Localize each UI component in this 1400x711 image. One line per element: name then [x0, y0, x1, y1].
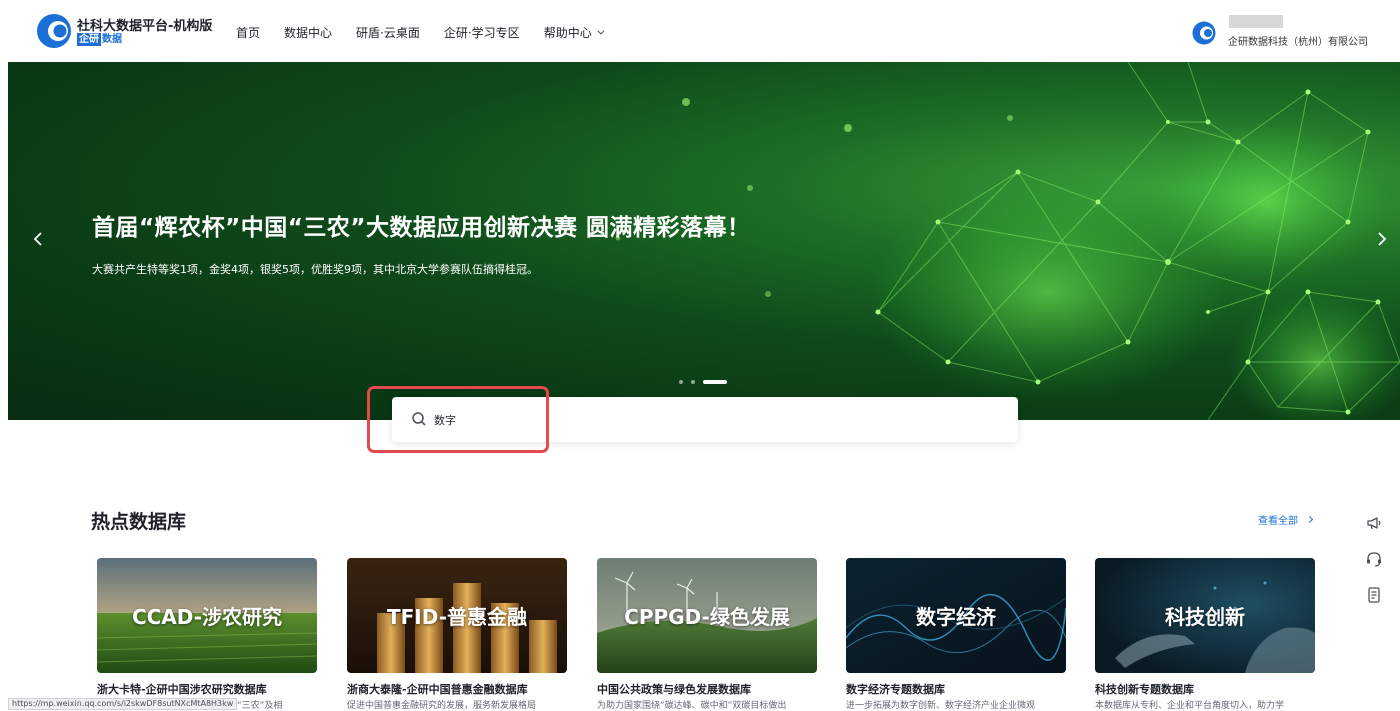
card-image-label: TFID-普惠金融 [386, 605, 528, 629]
banner-title[interactable]: 首届“辉农杯”中国“三农”大数据应用创新决赛 圆满精彩落幕！ [92, 208, 750, 242]
card-image-label: CPPGD-绿色发展 [624, 605, 790, 629]
card-image-label: 科技创新 [1165, 605, 1245, 629]
card-image-label: 数字经济 [916, 605, 996, 629]
nav-help-center[interactable]: 帮助中心 [543, 24, 605, 41]
view-all-label: 查看全部 [1258, 516, 1298, 527]
chevron-right-icon [1305, 515, 1314, 524]
top-header: 社科大数据平台-机构版 企研 数据 首页 数据中心 研盾·云桌面 企研·学习专区… [0, 0, 1400, 62]
chevron-right-icon[interactable] [1374, 232, 1388, 246]
card-image[interactable]: TFID-普惠金融 [347, 558, 567, 673]
card-title[interactable]: 中国公共政策与绿色发展数据库 [597, 681, 751, 697]
card-description: 本数据库从专利、企业和平台角度切入，助力学 [1095, 701, 1285, 711]
brand-sub-text: 数据 [102, 34, 122, 45]
search-highlight-annotation [367, 386, 549, 453]
card-title[interactable]: 浙大卡特-企研中国涉农研究数据库 [97, 681, 267, 697]
carousel-dot[interactable] [691, 380, 695, 384]
main-nav: 首页 数据中心 研盾·云桌面 企研·学习专区 帮助中心 [236, 22, 626, 42]
card-image[interactable]: 数字经济 [846, 558, 1066, 673]
card-description: 促进中国普惠金融研究的发展，服务新发展格局 [347, 701, 537, 711]
database-card[interactable]: CCAD-涉农研究 浙大卡特-企研中国涉农研究数据库 服务“三农”及相 [97, 558, 317, 711]
carousel-dots [679, 380, 727, 384]
hero-banner: 首届“辉农杯”中国“三农”大数据应用创新决赛 圆满精彩落幕！ 大赛共产生特等奖1… [8, 62, 1400, 420]
card-title[interactable]: 数字经济专题数据库 [846, 681, 945, 697]
database-card[interactable]: 数字经济 数字经济专题数据库 进一步拓展为数字创新、数字经济产业企业微观 [846, 558, 1066, 711]
nav-learning-zone[interactable]: 企研·学习专区 [444, 24, 520, 41]
card-image-label: CCAD-涉农研究 [131, 605, 283, 629]
brand-subtitle: 企研 数据 [77, 33, 122, 46]
section-title: 热点数据库 [91, 511, 187, 533]
chevron-left-icon[interactable] [32, 232, 46, 246]
brand-sub-box: 企研 [77, 33, 101, 46]
nav-data-center[interactable]: 数据中心 [284, 24, 332, 41]
platform-logo-icon[interactable] [36, 13, 72, 49]
carousel-dot-active[interactable] [703, 380, 727, 384]
nav-cloud-desktop[interactable]: 研盾·云桌面 [356, 24, 420, 41]
card-description: 进一步拓展为数字创新、数字经济产业企业微观 [846, 701, 1036, 711]
carousel-dot[interactable] [679, 380, 683, 384]
database-card[interactable]: 科技创新 科技创新专题数据库 本数据库从专利、企业和平台角度切入，助力学 [1095, 558, 1315, 711]
card-title[interactable]: 科技创新专题数据库 [1095, 681, 1194, 697]
card-image[interactable]: 科技创新 [1095, 558, 1315, 673]
database-card[interactable]: CPPGD-绿色发展 中国公共政策与绿色发展数据库 为助力国家围绕“碳达峰、碳中… [597, 558, 817, 711]
browser-status-url: https://mp.weixin.qq.com/s/i2skwDF8sutNX… [8, 698, 238, 710]
brand-title: 社科大数据平台-机构版 [77, 19, 213, 34]
nav-help-center-label: 帮助中心 [543, 25, 592, 40]
banner-description: 大赛共产生特等奖1项，金奖4项，银奖5项，优胜奖9项，其中北京大学参赛队伍摘得桂… [92, 263, 538, 276]
user-name-redacted[interactable] [1229, 15, 1283, 28]
card-title[interactable]: 浙商大泰隆-企研中国普惠金融数据库 [347, 681, 528, 697]
headset-icon[interactable] [1363, 548, 1385, 570]
document-icon[interactable] [1363, 584, 1385, 606]
nav-home[interactable]: 首页 [236, 24, 260, 41]
card-image[interactable]: CCAD-涉农研究 [97, 558, 317, 673]
card-image[interactable]: CPPGD-绿色发展 [597, 558, 817, 673]
megaphone-icon[interactable] [1363, 512, 1385, 534]
chevron-down-icon [597, 27, 605, 35]
user-avatar-icon[interactable] [1192, 21, 1216, 45]
view-all-link[interactable]: 查看全部 [1258, 512, 1314, 527]
card-description: 为助力国家围绕“碳达峰、碳中和”双碳目标做出 [597, 701, 787, 711]
database-card[interactable]: TFID-普惠金融 浙商大泰隆-企研中国普惠金融数据库 促进中国普惠金融研究的发… [347, 558, 567, 711]
user-company[interactable]: 企研数据科技（杭州）有限公司 [1228, 33, 1368, 48]
